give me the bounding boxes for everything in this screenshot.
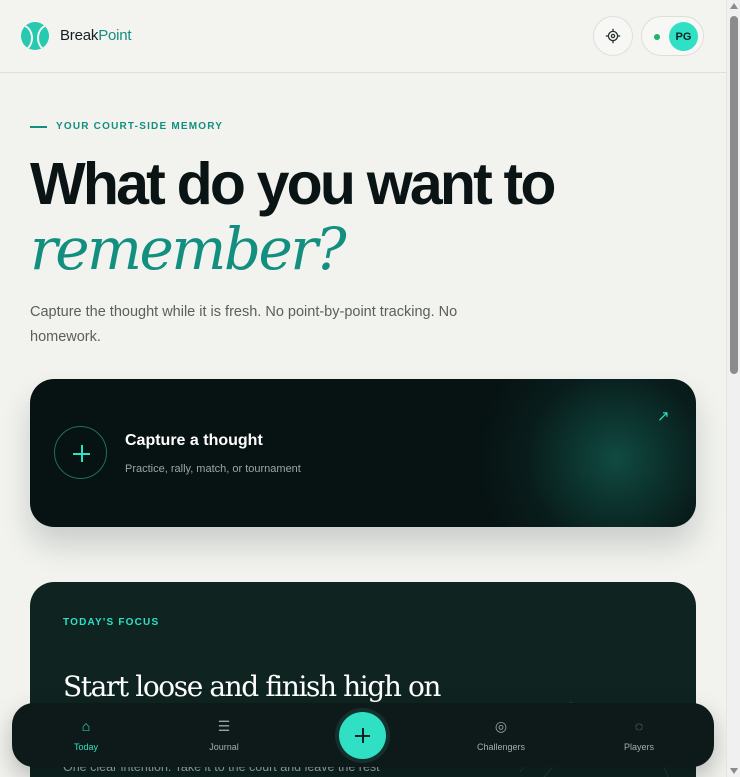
vertical-scrollbar[interactable]: [726, 0, 740, 777]
card-glow: [466, 379, 696, 527]
nav-item-today[interactable]: ⌂ Today: [31, 703, 141, 767]
page-title-accent: remember?: [30, 215, 347, 283]
avatar: PG: [669, 22, 698, 51]
capture-card-subtitle: Practice, rally, match, or tournament: [125, 463, 301, 475]
app-header: BreakPoint PG: [0, 0, 726, 73]
brand-part2: Point: [98, 27, 132, 44]
nav-item-players[interactable]: ◌ Players: [584, 703, 694, 767]
settings-button[interactable]: [593, 16, 633, 56]
focus-title: Start loose and finish high on: [63, 670, 441, 703]
add-thought-button[interactable]: [339, 712, 386, 759]
players-icon: ◌: [634, 718, 644, 734]
capture-card-title: Capture a thought: [125, 432, 263, 449]
profile-button[interactable]: PG: [641, 16, 704, 56]
gear-icon: [605, 28, 621, 44]
arrow-up-right-icon: ↗: [657, 408, 670, 425]
capture-thought-card[interactable]: Capture a thought Practice, rally, match…: [30, 379, 696, 527]
nav-label: Today: [73, 742, 99, 752]
nav-item-challengers[interactable]: ◎ Challengers: [446, 703, 556, 767]
eyebrow-line: [30, 126, 47, 128]
nav-label: Players: [623, 742, 654, 752]
scrollbar-thumb[interactable]: [730, 16, 738, 374]
nav-item-journal[interactable]: ☰ Journal: [169, 703, 279, 767]
scroll-up-arrow-icon[interactable]: [730, 3, 738, 9]
brand-name[interactable]: BreakPoint: [60, 27, 132, 44]
focus-label: TODAY'S FOCUS: [63, 617, 160, 628]
home-icon: ⌂: [81, 718, 91, 734]
nav-label: Challengers: [476, 742, 526, 752]
online-status-dot: [654, 34, 660, 40]
journal-icon: ☰: [217, 718, 231, 734]
page-subtitle: Capture the thought while it is fresh. N…: [30, 304, 458, 345]
bottom-navigation: ⌂ Today ☰ Journal ◎ Challengers ◌ Player…: [12, 703, 714, 767]
plus-icon: [54, 426, 107, 479]
target-icon: ◎: [494, 718, 508, 734]
nav-label: Journal: [209, 742, 239, 752]
tennis-ball-icon[interactable]: [21, 22, 49, 50]
brand-part1: Break: [60, 27, 99, 44]
eyebrow-text: YOUR COURT-SIDE MEMORY: [56, 121, 224, 132]
scroll-down-arrow-icon[interactable]: [730, 768, 738, 774]
page: BreakPoint PG YOUR COURT-SIDE MEMORY Wha…: [0, 0, 726, 777]
page-title: What do you want to: [30, 151, 556, 217]
